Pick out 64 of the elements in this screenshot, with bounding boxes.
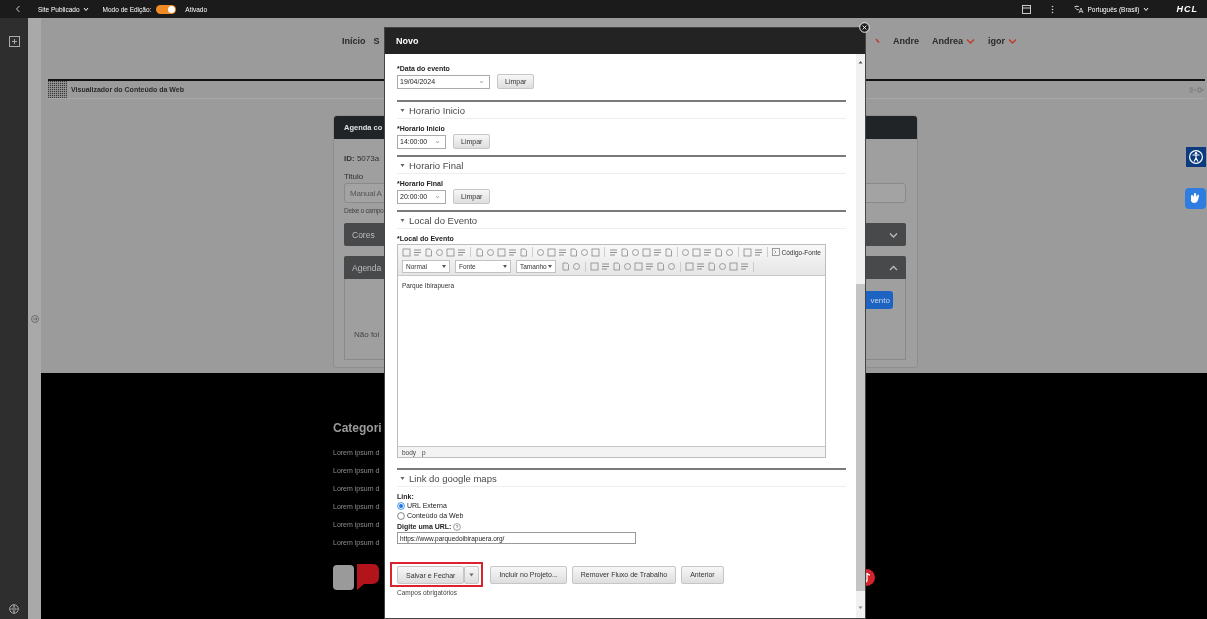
edit-mode-toggle[interactable]: [156, 4, 177, 14]
field-label: Titulo: [344, 171, 365, 182]
globe-icon[interactable]: [9, 604, 19, 614]
scrollbar-thumb[interactable]: [856, 284, 865, 591]
expand-icon[interactable]: [30, 314, 39, 323]
caret-icon: [435, 139, 440, 144]
radio-button[interactable]: [397, 512, 405, 520]
section-header[interactable]: Link do google maps: [397, 470, 846, 487]
toolbar-icon[interactable]: [696, 262, 705, 271]
add-panel-icon[interactable]: [8, 36, 20, 47]
toolbar-icon[interactable]: [558, 247, 568, 257]
caret-icon: [479, 79, 484, 84]
toolbar-icon[interactable]: [457, 247, 466, 257]
nav-link[interactable]: igor: [988, 36, 1017, 46]
toolbar-icon[interactable]: [507, 247, 517, 257]
empty-message: Não foi: [354, 330, 380, 339]
panel-icon[interactable]: [1022, 4, 1032, 14]
translate-icon: [1074, 5, 1085, 13]
caret-icon: [548, 265, 552, 268]
nav-link[interactable]: Andre: [892, 36, 919, 46]
dropdown-button[interactable]: [464, 566, 480, 584]
close-icon[interactable]: [859, 22, 870, 33]
portlet-menu-icon[interactable]: [1189, 86, 1205, 93]
toolbar-icon[interactable]: [753, 247, 763, 257]
hand-icon[interactable]: [1185, 188, 1206, 209]
logo-drawing: [333, 563, 379, 591]
dialog-title: Novo: [385, 28, 865, 54]
caret-icon: [503, 265, 507, 268]
nav-link[interactable]: Andrea: [932, 36, 975, 46]
caret-icon: [82, 6, 89, 12]
drag-handle-icon[interactable]: [48, 81, 67, 98]
nav-link[interactable]: S: [373, 36, 380, 46]
caret-icon: [435, 194, 440, 199]
caret-icon: [442, 265, 446, 268]
id-text: ID: 5073a: [344, 153, 381, 165]
section-header[interactable]: Local do Evento: [397, 212, 846, 229]
radio-button[interactable]: [397, 502, 405, 510]
brand-logo: HCL: [1176, 4, 1198, 14]
caret-icon: [1142, 6, 1149, 12]
section-header[interactable]: Horario Inicio: [397, 102, 846, 119]
event-button[interactable]: vento: [866, 291, 893, 309]
chevron-down-icon: [889, 231, 898, 238]
scroll-up-icon[interactable]: [858, 60, 863, 64]
section-header[interactable]: Horario Final: [397, 157, 846, 174]
caret-down-icon: [400, 217, 405, 223]
chevron-up-icon: [889, 264, 898, 271]
help-icon[interactable]: [453, 522, 462, 531]
source-icon: [771, 248, 780, 256]
toolbar-icon[interactable]: [703, 247, 713, 257]
back-icon[interactable]: [15, 5, 21, 13]
accessibility-icon[interactable]: [1186, 147, 1206, 167]
footer-heading: Categori: [333, 420, 382, 436]
toolbar-icon[interactable]: [402, 247, 411, 257]
scroll-down-icon[interactable]: [858, 606, 863, 610]
toolbar-icon[interactable]: [652, 247, 662, 257]
caret-down-icon: [400, 162, 405, 168]
toolbar-icon[interactable]: [413, 247, 422, 257]
caret-down-icon: [400, 475, 405, 481]
toolbar-icon[interactable]: [601, 262, 610, 271]
toolbar-icon[interactable]: [740, 262, 749, 271]
nav-link[interactable]: Início: [342, 36, 366, 46]
toolbar-icon[interactable]: [645, 262, 654, 271]
toolbar-icon[interactable]: [608, 247, 618, 257]
caret-down-icon: [400, 107, 405, 113]
